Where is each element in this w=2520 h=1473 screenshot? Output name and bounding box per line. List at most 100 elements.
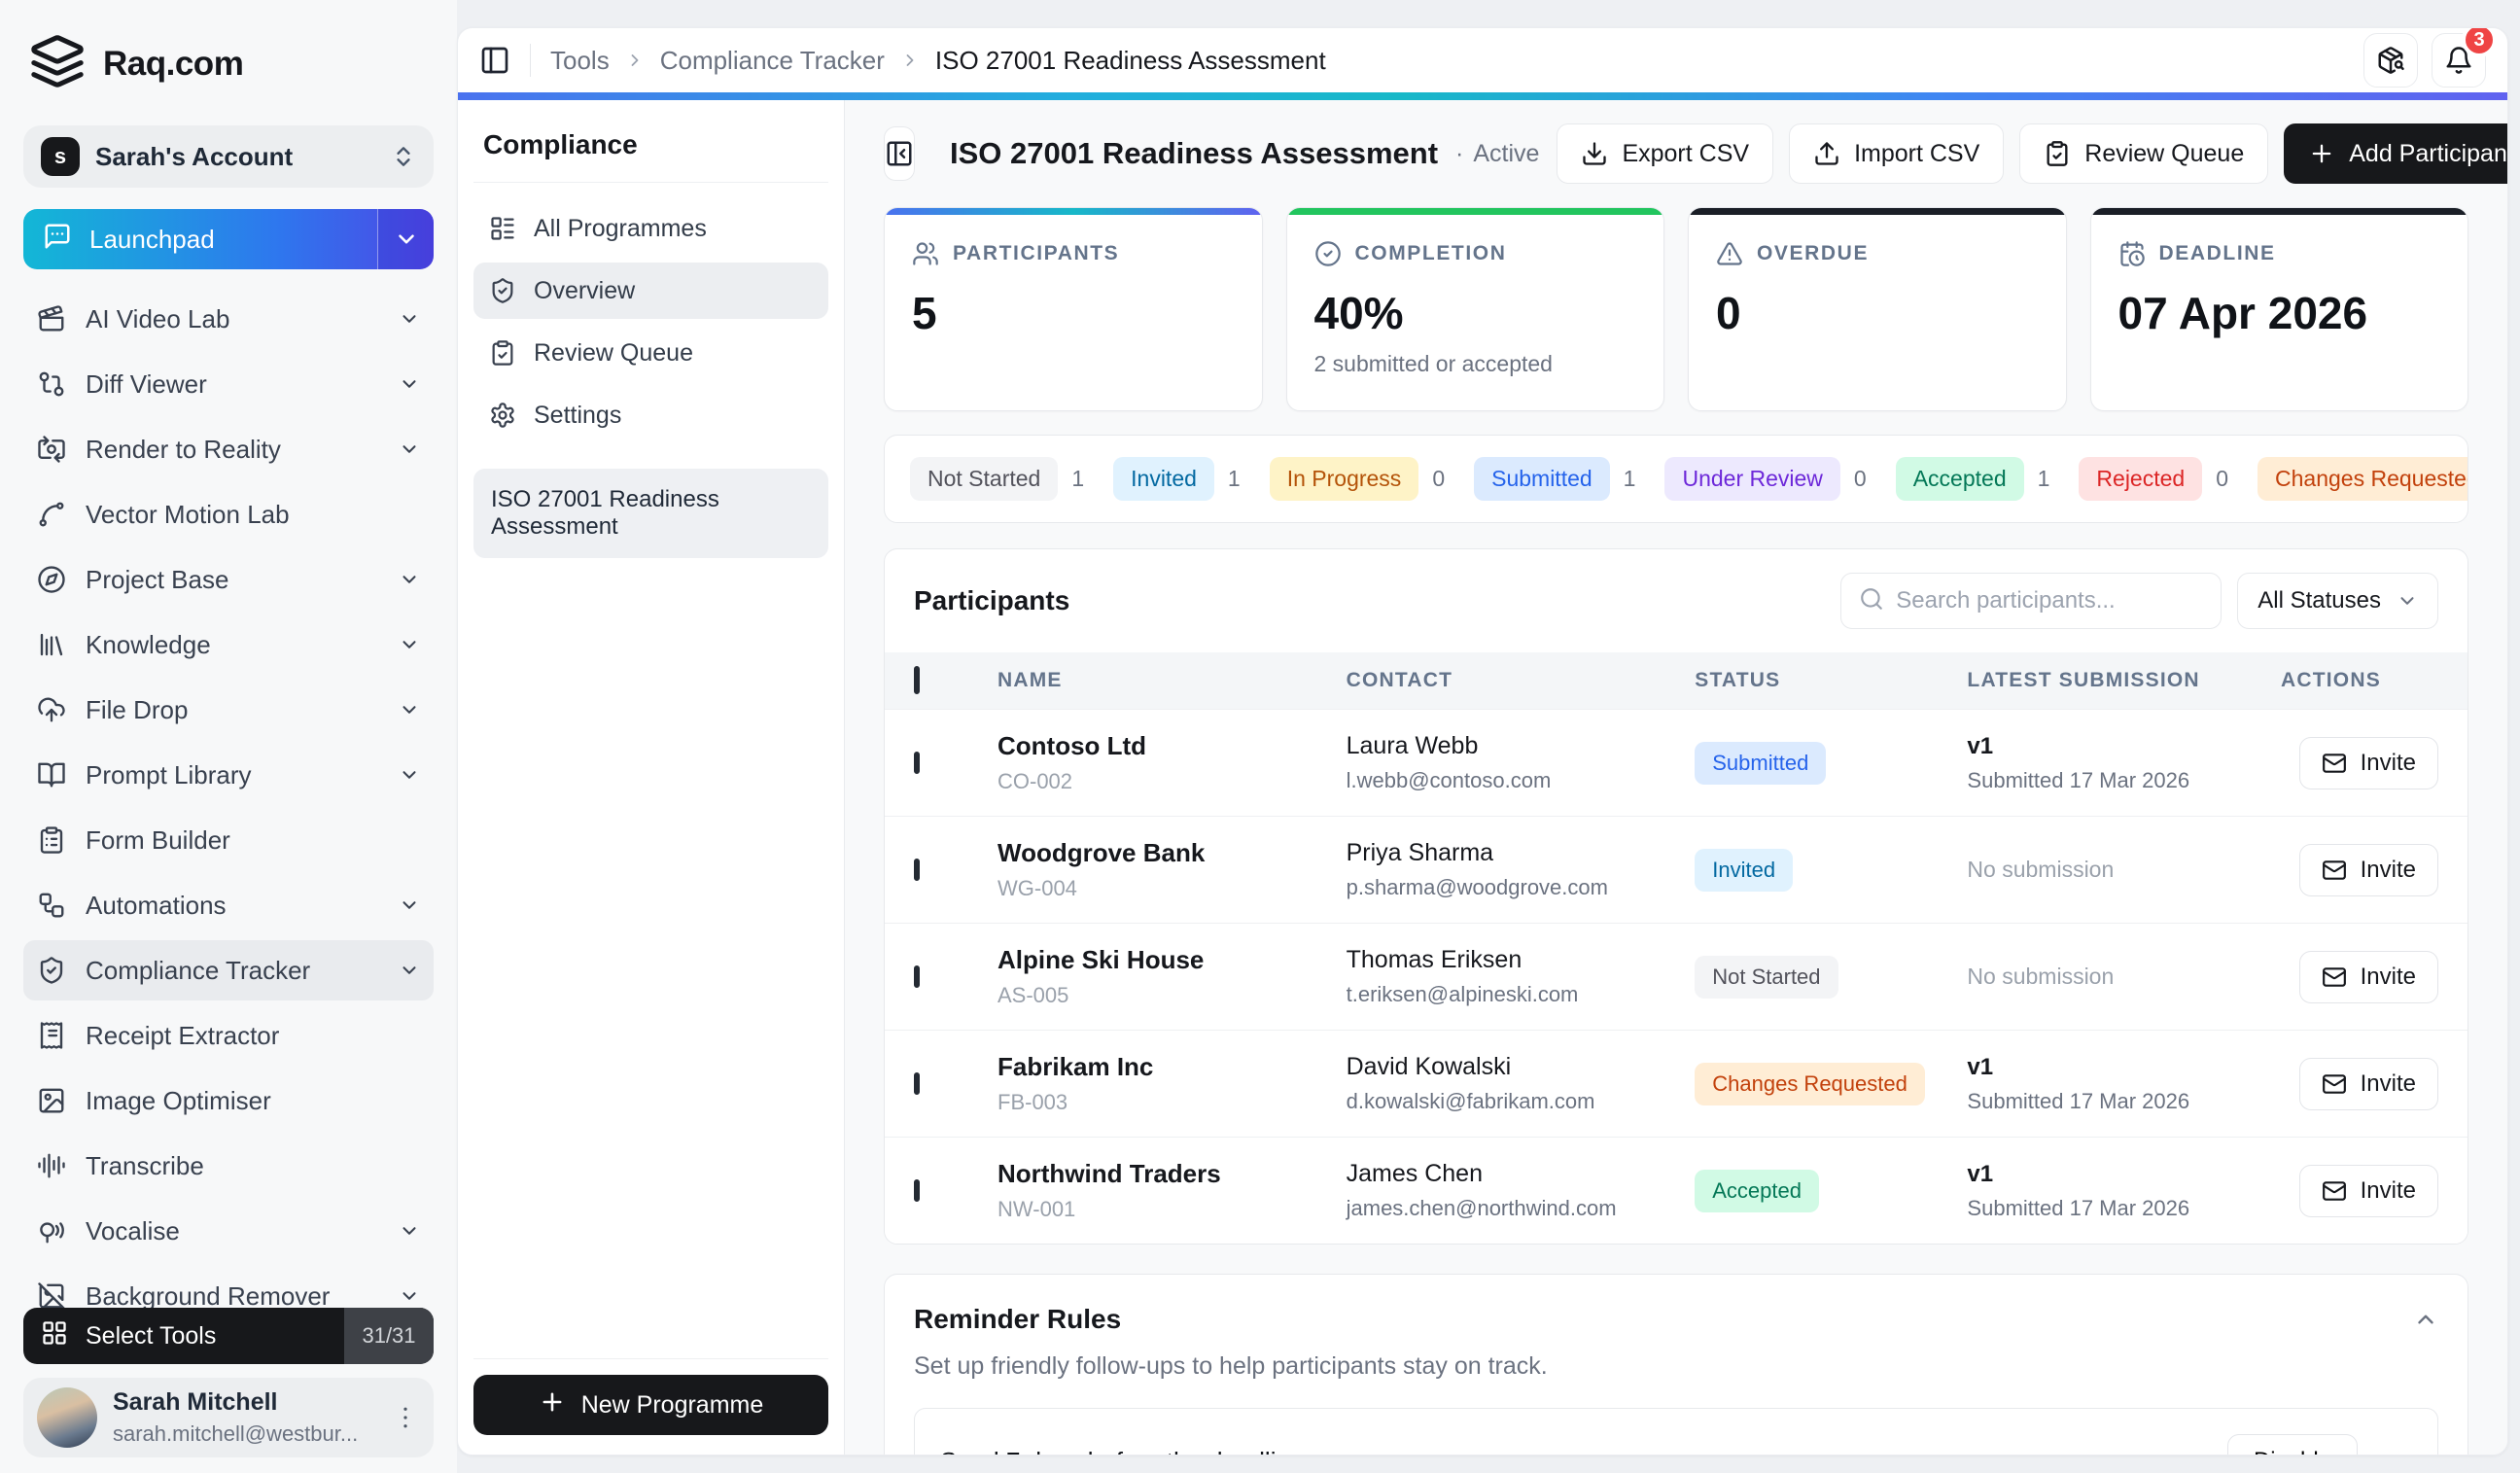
- sidebar-item-knowledge[interactable]: Knowledge: [23, 614, 434, 675]
- invite-button[interactable]: Invite: [2299, 844, 2438, 896]
- chevron-down-icon: [2397, 590, 2418, 612]
- clipboard-check-icon: [2044, 140, 2071, 167]
- panel-collapse-button[interactable]: [884, 126, 915, 181]
- status-count: 0: [1432, 466, 1445, 492]
- vocalise-icon: [37, 1216, 66, 1245]
- stat-label: OVERDUE: [1757, 242, 1869, 265]
- subnav-item-all-programmes[interactable]: All Programmes: [473, 200, 828, 257]
- sidebar-item-label: Prompt Library: [86, 760, 379, 790]
- row-checkbox[interactable]: [914, 859, 920, 881]
- row-checkbox[interactable]: [914, 1072, 920, 1095]
- notifications-button[interactable]: 3: [2432, 33, 2486, 88]
- breadcrumb: ToolsCompliance TrackerISO 27001 Readine…: [550, 46, 1326, 76]
- status-summary-bar: Not Started 1 Invited 1 In Progress 0 Su…: [884, 435, 2468, 523]
- switch-camera-icon: [37, 435, 66, 464]
- sidebar-item-ai-video-lab[interactable]: AI Video Lab: [23, 289, 434, 349]
- select-all-checkbox[interactable]: [914, 666, 920, 694]
- sidebar-item-transcribe[interactable]: Transcribe: [23, 1136, 434, 1196]
- export-csv-button[interactable]: Export CSV: [1557, 123, 1773, 184]
- rule-menu-button[interactable]: [2383, 1447, 2412, 1455]
- programme-status: Active: [1473, 140, 1539, 168]
- row-checkbox[interactable]: [914, 965, 920, 988]
- add-participant-button[interactable]: Add Participant: [2284, 123, 2507, 184]
- review-queue-button[interactable]: Review Queue: [2019, 123, 2268, 184]
- summary-under-review: Under Review 0: [1664, 457, 1866, 501]
- programme-item[interactable]: ISO 27001 Readiness Assessment: [473, 469, 828, 558]
- invite-button[interactable]: Invite: [2299, 737, 2438, 789]
- contact-email: t.eriksen@alpineski.com: [1347, 982, 1696, 1007]
- sidebar-item-label: Transcribe: [86, 1151, 420, 1181]
- no-submission: No submission: [1967, 857, 2234, 883]
- user-menu-button[interactable]: [391, 1403, 420, 1432]
- sidebar-item-label: Project Base: [86, 565, 379, 595]
- breadcrumb-item-tools[interactable]: Tools: [550, 46, 610, 76]
- layout-grid-icon: [41, 1319, 68, 1347]
- topbar: ToolsCompliance TrackerISO 27001 Readine…: [458, 28, 2507, 92]
- sidebar-item-image-optimiser[interactable]: Image Optimiser: [23, 1070, 434, 1131]
- reminder-rule-row: Send 7 days before the deadline Disable: [914, 1408, 2438, 1455]
- clipboard-list-icon: [37, 825, 66, 855]
- disable-rule-button[interactable]: Disable: [2227, 1434, 2358, 1455]
- launchpad-button[interactable]: Launchpad: [23, 209, 434, 269]
- subnav-items: All Programmes Overview Review Queue Set…: [473, 200, 828, 443]
- sidebar-item-project-base[interactable]: Project Base: [23, 549, 434, 610]
- status-filter-dropdown[interactable]: All Statuses: [2237, 573, 2438, 629]
- chevrons-up-down-icon: [391, 144, 416, 169]
- package-search-button[interactable]: [2363, 33, 2418, 88]
- select-tools-label: Select Tools: [86, 1322, 216, 1350]
- import-csv-button[interactable]: Import CSV: [1789, 123, 2004, 184]
- stat-card-completion: COMPLETION 40% 2 submitted or accepted: [1286, 207, 1665, 411]
- header-actions: Export CSV Import CSV Review Queue Add P…: [1557, 123, 2507, 184]
- row-checkbox[interactable]: [914, 752, 920, 774]
- sidebar-item-background-remover[interactable]: Background Remover: [23, 1266, 434, 1308]
- compliance-subnav: Compliance All Programmes Overview Revie…: [458, 100, 845, 1455]
- participants-card: Participants All Statuses: [884, 548, 2468, 1245]
- sidebar-item-diff-viewer[interactable]: Diff Viewer: [23, 354, 434, 414]
- sidebar-item-label: Render to Reality: [86, 435, 379, 465]
- status-pill: Changes Requested: [2258, 457, 2468, 501]
- divider: [530, 44, 531, 77]
- search-input[interactable]: [1896, 587, 2203, 614]
- account-avatar: s: [41, 137, 80, 176]
- sidebar-item-vocalise[interactable]: Vocalise: [23, 1201, 434, 1261]
- workflow-icon: [37, 891, 66, 920]
- sidebar-item-vector-motion-lab[interactable]: Vector Motion Lab: [23, 484, 434, 544]
- invite-button[interactable]: Invite: [2299, 1058, 2438, 1110]
- row-checkbox[interactable]: [914, 1179, 920, 1202]
- sidebar-item-file-drop[interactable]: File Drop: [23, 680, 434, 740]
- new-programme-label: New Programme: [581, 1391, 764, 1420]
- breadcrumb-item-compliance-tracker[interactable]: Compliance Tracker: [660, 46, 885, 76]
- sidebar-item-render-to-reality[interactable]: Render to Reality: [23, 419, 434, 479]
- table-row-woodgrove-bank: Woodgrove Bank WG-004 Priya Sharma p.sha…: [885, 816, 2468, 923]
- select-tools-button[interactable]: Select Tools 31/31: [23, 1308, 434, 1364]
- stat-card-participants: PARTICIPANTS 5: [884, 207, 1263, 411]
- chevron-down-icon: [399, 960, 420, 981]
- clipboard-check-icon: [489, 339, 516, 367]
- sidebar-item-compliance-tracker[interactable]: Compliance Tracker: [23, 940, 434, 1000]
- contact-email: p.sharma@woodgrove.com: [1347, 875, 1696, 900]
- status-pill: In Progress: [1270, 457, 1419, 501]
- upload-icon: [1813, 140, 1840, 167]
- sidebar-item-receipt-extractor[interactable]: Receipt Extractor: [23, 1005, 434, 1066]
- subnav-item-review-queue[interactable]: Review Queue: [473, 325, 828, 381]
- summary-in-progress: In Progress 0: [1270, 457, 1445, 501]
- sidebar-item-automations[interactable]: Automations: [23, 875, 434, 935]
- table-header-row: NAMECONTACTSTATUSLATEST SUBMISSIONACTION…: [885, 652, 2468, 709]
- subnav-item-overview[interactable]: Overview: [473, 263, 828, 319]
- panel-left-icon[interactable]: [479, 45, 510, 76]
- sidebar-item-form-builder[interactable]: Form Builder: [23, 810, 434, 870]
- launchpad-expand-button[interactable]: [377, 209, 434, 269]
- account-switcher[interactable]: s Sarah's Account: [23, 125, 434, 188]
- company-code: FB-003: [998, 1090, 1347, 1115]
- user-card[interactable]: Sarah Mitchell sarah.mitchell@westbur...: [23, 1378, 434, 1457]
- new-programme-button[interactable]: New Programme: [473, 1375, 828, 1435]
- rule-text: Send 7 days before the deadline: [940, 1447, 1304, 1455]
- chevron-up-icon[interactable]: [2413, 1307, 2438, 1332]
- cloud-upload-icon: [37, 695, 66, 724]
- subnav-item-settings[interactable]: Settings: [473, 387, 828, 443]
- invite-button[interactable]: Invite: [2299, 951, 2438, 1003]
- contact-name: Priya Sharma: [1347, 839, 1696, 867]
- sidebar-item-prompt-library[interactable]: Prompt Library: [23, 745, 434, 805]
- invite-button[interactable]: Invite: [2299, 1165, 2438, 1217]
- stat-label: DEADLINE: [2159, 242, 2276, 265]
